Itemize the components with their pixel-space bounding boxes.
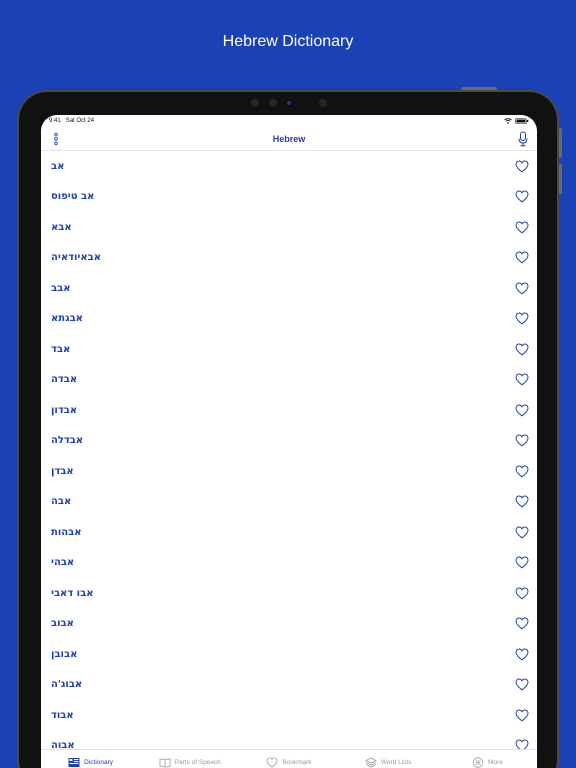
word-label: אבהי	[51, 557, 75, 569]
stack-icon	[365, 757, 377, 768]
word-label: אבב	[51, 282, 71, 294]
list-item[interactable]: אבוד	[41, 700, 537, 731]
wifi-icon	[504, 118, 512, 124]
heart-icon	[266, 757, 278, 768]
word-label: אבוד	[51, 709, 74, 721]
word-label: אב	[51, 160, 65, 172]
word-label: אבדה	[51, 374, 78, 386]
sensor-icon	[251, 99, 259, 107]
volume-button	[559, 128, 562, 158]
power-button	[461, 87, 497, 90]
heart-icon[interactable]	[515, 343, 529, 356]
heart-icon[interactable]	[515, 312, 529, 325]
tab-word-lists[interactable]: Word Lists	[339, 750, 438, 768]
list-item[interactable]: אב	[41, 151, 537, 182]
tab-more[interactable]: More	[438, 750, 537, 768]
heart-icon[interactable]	[515, 434, 529, 447]
list-item[interactable]: אב טיפוס	[41, 182, 537, 213]
volume-button	[559, 164, 562, 194]
page-title: Hebrew	[272, 133, 306, 144]
tab-dictionary[interactable]: Dictionary	[41, 750, 140, 768]
heart-icon[interactable]	[515, 404, 529, 417]
tab-label: Parts of Speech	[174, 759, 221, 766]
navigation-bar: Hebrew	[41, 127, 537, 151]
list-item[interactable]: אבדלה	[41, 426, 537, 457]
word-label: אבו דאבי	[51, 587, 94, 599]
more-icon	[472, 757, 484, 768]
tab-label: Word Lists	[380, 759, 412, 766]
camera-icon	[269, 99, 277, 107]
tab-parts-of-speech[interactable]: Parts of Speech	[140, 750, 239, 768]
word-label: אבדן	[51, 465, 74, 477]
dictionary-icon	[68, 758, 80, 767]
word-label: אב טיפוס	[51, 191, 95, 203]
list-item[interactable]: אבגתא	[41, 304, 537, 335]
list-item[interactable]: אבהי	[41, 548, 537, 579]
list-item[interactable]: אבובן	[41, 639, 537, 670]
promo-title: Hebrew Dictionary	[222, 33, 354, 50]
status-time: 9:41	[49, 118, 61, 124]
list-item[interactable]: אבהות	[41, 517, 537, 548]
menu-dots-icon[interactable]	[51, 132, 61, 146]
word-label: אבדלה	[51, 435, 84, 447]
word-label: אבד	[51, 343, 71, 355]
word-label: אבהות	[51, 526, 82, 538]
heart-icon[interactable]	[515, 221, 529, 234]
list-item[interactable]: אבא	[41, 212, 537, 243]
list-item[interactable]: אבו דאבי	[41, 578, 537, 609]
list-item[interactable]: אבדה	[41, 365, 537, 396]
heart-icon[interactable]	[515, 556, 529, 569]
microphone-icon[interactable]	[517, 131, 529, 147]
heart-icon[interactable]	[515, 190, 529, 203]
tab-label: More	[488, 759, 503, 766]
list-item[interactable]: אבוב	[41, 609, 537, 640]
heart-icon[interactable]	[515, 678, 529, 691]
battery-icon	[515, 118, 529, 124]
heart-icon[interactable]	[515, 465, 529, 478]
word-label: אבאיודאיה	[51, 252, 102, 264]
word-label: אבדון	[51, 404, 78, 416]
word-label: אבוב	[51, 618, 74, 630]
word-label: אבובן	[51, 648, 78, 660]
word-label: אבה	[51, 496, 72, 508]
word-label: אבא	[51, 221, 72, 233]
heart-icon[interactable]	[515, 709, 529, 722]
heart-icon[interactable]	[515, 373, 529, 386]
heart-icon[interactable]	[515, 648, 529, 661]
tab-bar: Dictionary Parts of Speech Bookmark Word Li…	[41, 749, 537, 768]
book-icon	[159, 758, 171, 768]
list-item[interactable]: אבדן	[41, 456, 537, 487]
tab-label: Bookmark	[282, 759, 312, 766]
heart-icon[interactable]	[515, 617, 529, 630]
heart-icon[interactable]	[515, 495, 529, 508]
heart-icon[interactable]	[515, 282, 529, 295]
tab-bookmark[interactable]: Bookmark	[239, 750, 338, 768]
tab-label: Dictionary	[84, 759, 114, 766]
sensor-icon	[287, 101, 291, 105]
status-date: Sat Oct 24	[65, 118, 95, 124]
app-screen: 9:41 Sat Oct 24 Hebrew אב אב טיפוס אבא א…	[41, 115, 537, 768]
word-label: אבגתא	[51, 313, 83, 325]
list-item[interactable]: אבוג'ה	[41, 670, 537, 701]
ipad-frame: 9:41 Sat Oct 24 Hebrew אב אב טיפוס אבא א…	[17, 87, 562, 768]
heart-icon[interactable]	[515, 587, 529, 600]
list-item[interactable]: אבה	[41, 487, 537, 518]
heart-icon[interactable]	[515, 251, 529, 264]
heart-icon[interactable]	[515, 526, 529, 539]
word-list: אב אב טיפוס אבא אבאיודאיה אבב אבגתא אבד אבדה אבד…	[41, 151, 537, 761]
heart-icon[interactable]	[515, 160, 529, 173]
status-bar: 9:41 Sat Oct 24	[41, 115, 537, 127]
list-item[interactable]: אבב	[41, 273, 537, 304]
list-item[interactable]: אבאיודאיה	[41, 243, 537, 274]
list-item[interactable]: אבדון	[41, 395, 537, 426]
list-item[interactable]: אבד	[41, 334, 537, 365]
sensor-icon	[319, 99, 327, 107]
word-label: אבוג'ה	[51, 679, 83, 691]
